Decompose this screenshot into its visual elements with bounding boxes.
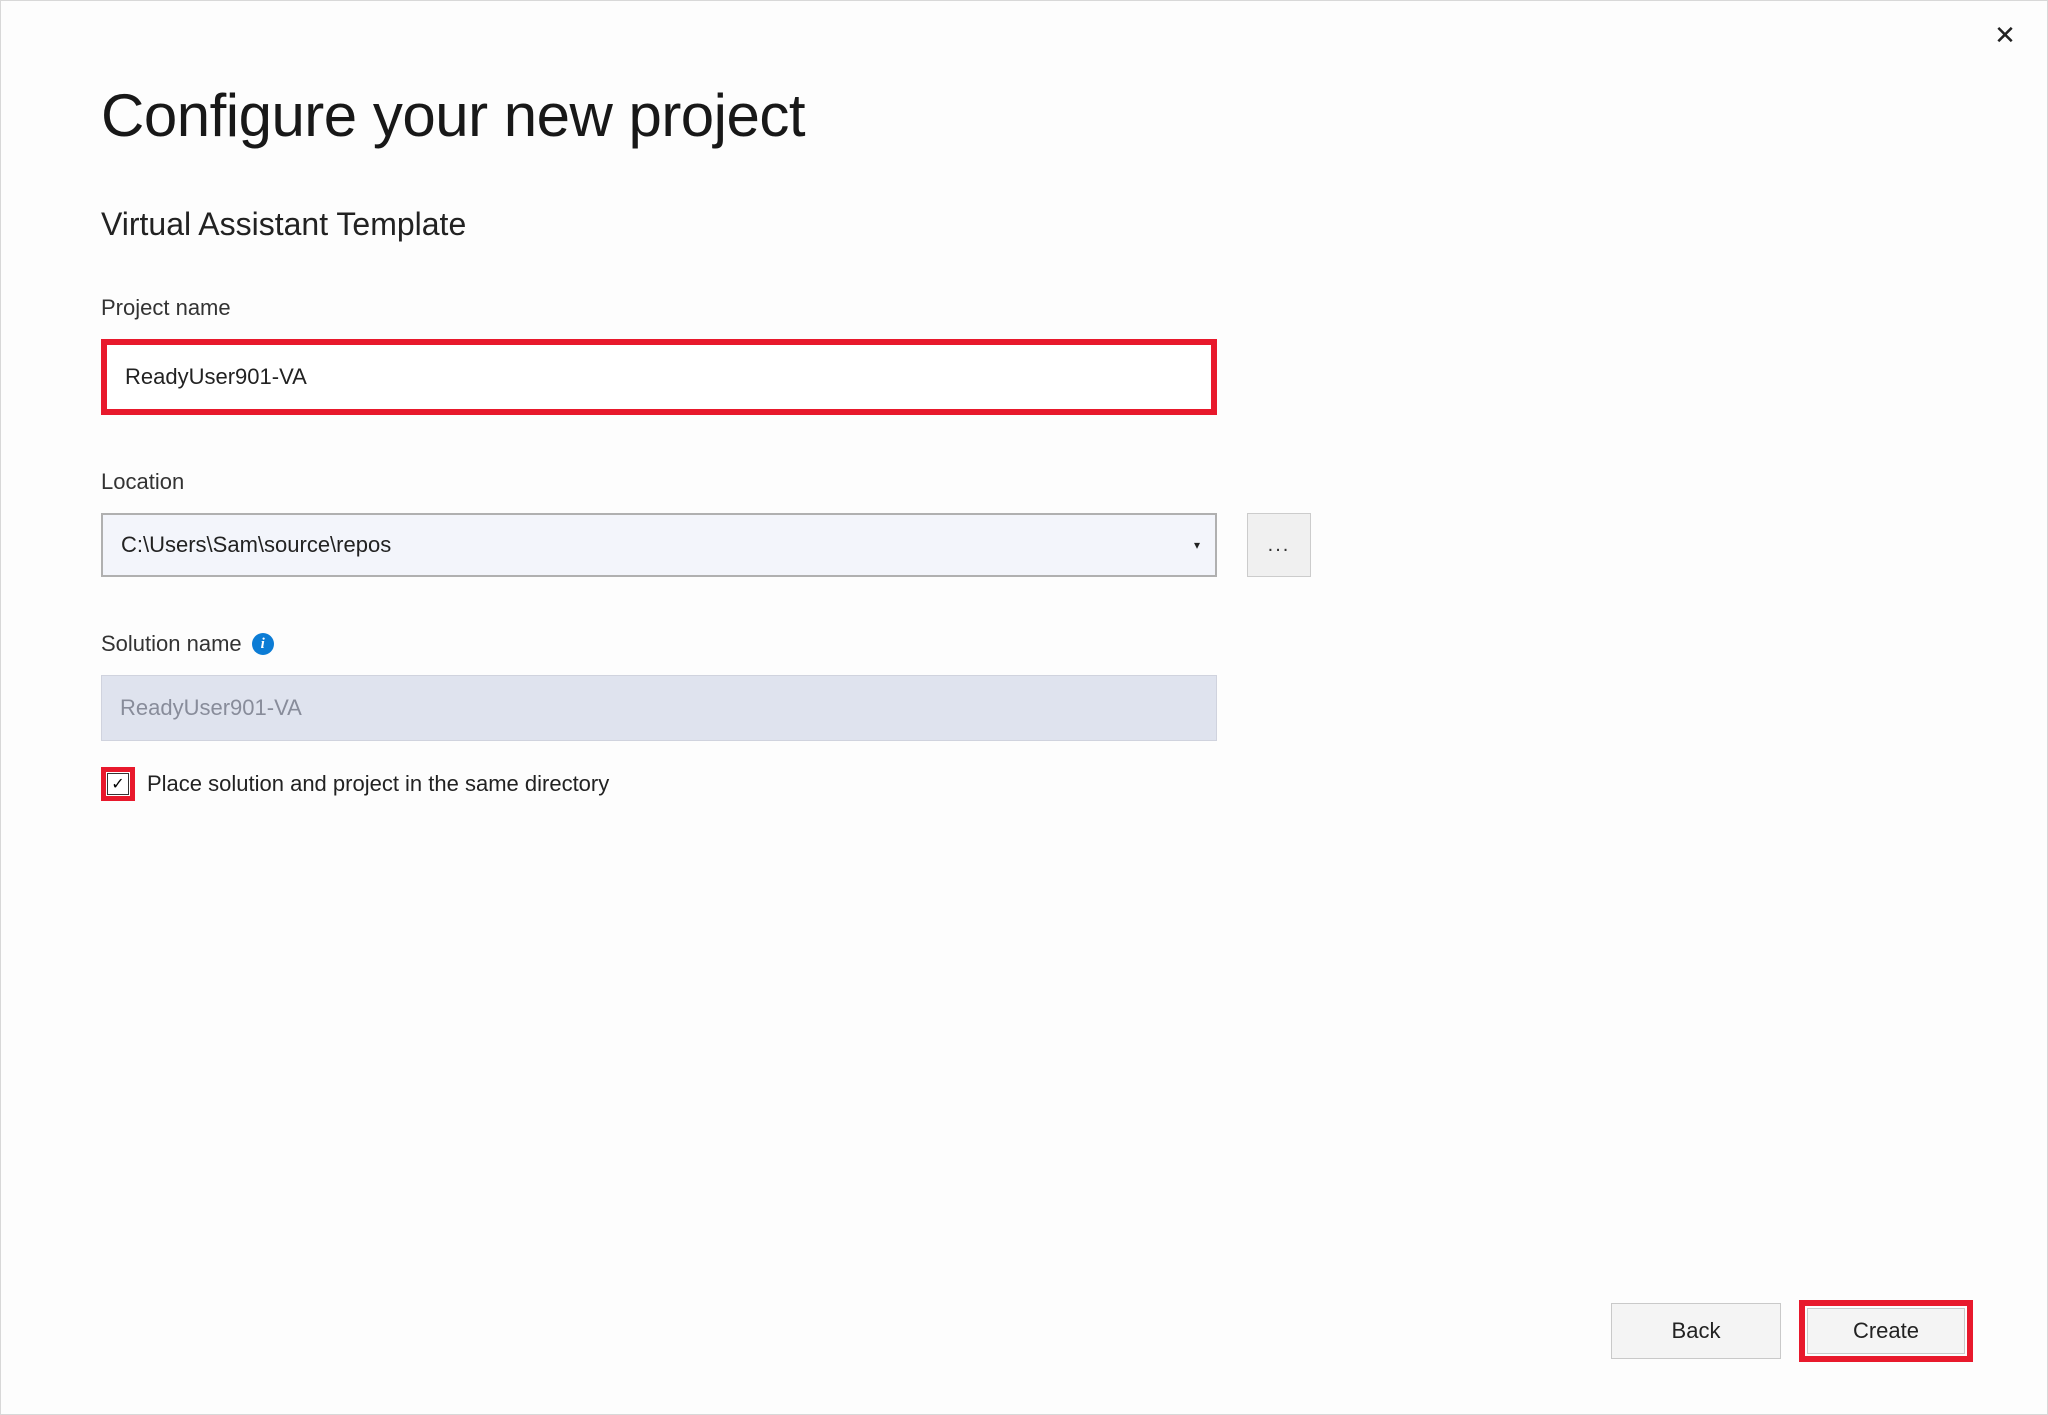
- browse-location-button[interactable]: ...: [1247, 513, 1311, 577]
- solution-name-label: Solution name: [101, 631, 242, 657]
- solution-name-field-block: Solution name i ReadyUser901-VA ✓ Place …: [101, 631, 1947, 801]
- back-button[interactable]: Back: [1611, 1303, 1781, 1359]
- project-name-field-block: Project name: [101, 295, 1947, 415]
- page-title: Configure your new project: [101, 81, 1947, 150]
- solution-name-input: ReadyUser901-VA: [101, 675, 1217, 741]
- template-subtitle: Virtual Assistant Template: [101, 206, 1947, 243]
- project-name-label: Project name: [101, 295, 1947, 321]
- create-button-highlight: Create: [1799, 1300, 1973, 1362]
- solution-name-label-row: Solution name i: [101, 631, 1947, 657]
- location-label: Location: [101, 469, 1947, 495]
- same-directory-row: ✓ Place solution and project in the same…: [101, 767, 1947, 801]
- project-name-input[interactable]: [107, 345, 1211, 409]
- project-name-input-wrap: [101, 339, 1217, 415]
- same-directory-label: Place solution and project in the same d…: [147, 771, 609, 797]
- dialog-button-bar: Back Create: [1611, 1300, 1973, 1362]
- location-input[interactable]: [103, 515, 1179, 575]
- check-icon: ✓: [111, 774, 124, 794]
- close-icon[interactable]: ✕: [1985, 15, 2025, 55]
- configure-project-dialog: ✕ Configure your new project Virtual Ass…: [1, 1, 2047, 1414]
- same-directory-checkbox-highlight: ✓: [101, 767, 135, 801]
- location-combobox[interactable]: ▾: [101, 513, 1217, 577]
- create-button[interactable]: Create: [1807, 1308, 1965, 1354]
- same-directory-checkbox[interactable]: ✓: [107, 773, 129, 795]
- info-icon[interactable]: i: [252, 633, 274, 655]
- chevron-down-icon[interactable]: ▾: [1179, 515, 1215, 575]
- location-field-block: Location ▾ ...: [101, 469, 1947, 577]
